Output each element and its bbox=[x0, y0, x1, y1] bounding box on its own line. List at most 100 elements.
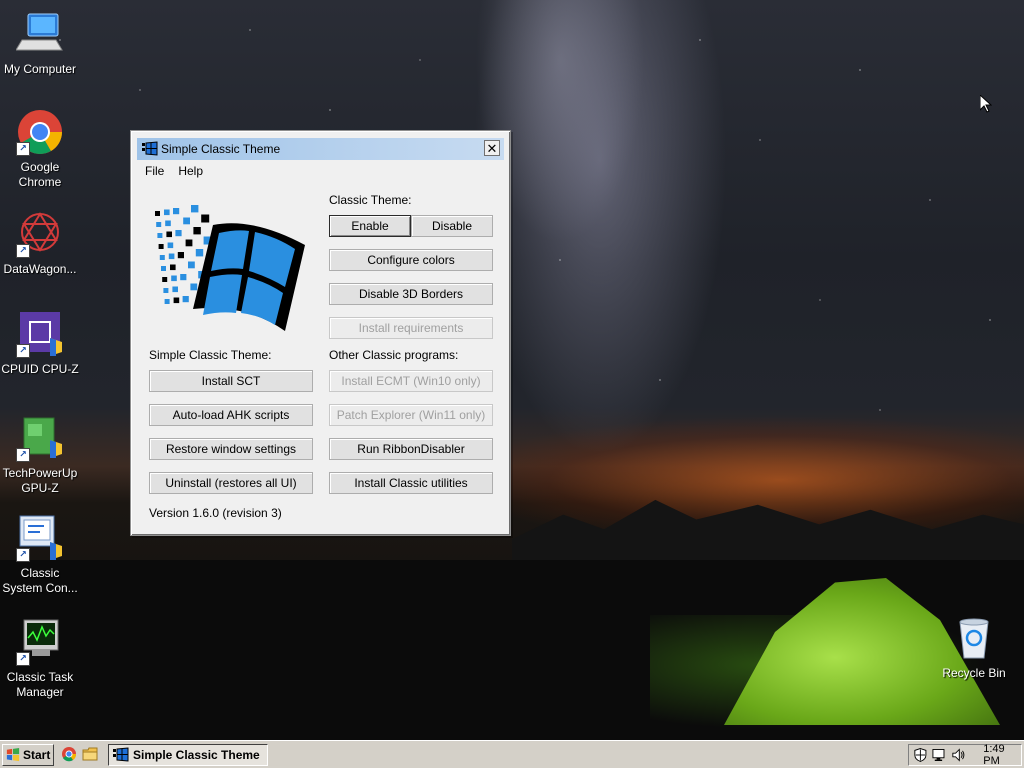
logo-square bbox=[172, 286, 178, 293]
network-icon[interactable] bbox=[932, 747, 947, 763]
desktop-icon-classic-task-manager[interactable]: ↗ Classic Task Manager bbox=[0, 618, 80, 700]
desktop-icon-cpuz[interactable]: ↗ CPUID CPU-Z bbox=[0, 310, 80, 377]
desktop-icon-google-chrome[interactable]: ↗ Google Chrome bbox=[0, 108, 80, 190]
logo-square bbox=[195, 249, 204, 257]
shortcut-arrow-icon: ↗ bbox=[16, 244, 30, 258]
uninstall-button[interactable]: Uninstall (restores all UI) bbox=[149, 472, 313, 494]
logo-square bbox=[157, 233, 163, 238]
restore-window-settings-button[interactable]: Restore window settings bbox=[149, 438, 313, 460]
logo-square bbox=[177, 252, 184, 259]
logo-square bbox=[163, 288, 169, 293]
other-programs-label: Other Classic programs: bbox=[329, 348, 459, 362]
shortcut-arrow-icon: ↗ bbox=[16, 652, 30, 666]
cpuz-icon: ↗ bbox=[16, 310, 64, 358]
menu-item-help[interactable]: Help bbox=[178, 164, 203, 182]
logo-square bbox=[188, 261, 195, 269]
enable-button[interactable]: Enable bbox=[329, 215, 411, 237]
logo-square bbox=[191, 205, 199, 213]
volume-icon[interactable] bbox=[951, 747, 966, 763]
desktop-icon-label: TechPowerUp GPU-Z bbox=[2, 466, 78, 495]
system-tray: 1:49 PM bbox=[908, 743, 1022, 767]
logo-square bbox=[183, 217, 190, 225]
logo-square bbox=[161, 266, 166, 271]
logo-square bbox=[201, 214, 210, 223]
mouse-cursor-icon bbox=[980, 95, 992, 113]
windows-flag-logo bbox=[155, 205, 305, 331]
close-icon: ✕ bbox=[486, 141, 498, 156]
run-ribbon-disabler-button[interactable]: Run RibbonDisabler bbox=[329, 438, 493, 460]
logo-square bbox=[167, 242, 174, 249]
shortcut-arrow-icon: ↗ bbox=[16, 448, 30, 462]
windows-logo-icon bbox=[6, 748, 20, 762]
desktop-icon-label: CPUID CPU-Z bbox=[1, 362, 79, 376]
logo-square bbox=[164, 209, 170, 216]
disable-button[interactable]: Disable bbox=[411, 215, 493, 237]
logo-square bbox=[180, 274, 187, 281]
logo-square bbox=[193, 227, 201, 235]
shortcut-arrow-icon: ↗ bbox=[16, 548, 30, 562]
taskbar: Start Simple Classic Theme 1:49 PM bbox=[0, 740, 1024, 768]
sct-label: Simple Classic Theme: bbox=[149, 348, 272, 362]
logo-square bbox=[156, 222, 162, 227]
chrome-icon: ↗ bbox=[16, 108, 64, 156]
desktop-icon-classic-system-control[interactable]: ↗ Classic System Con... bbox=[0, 514, 80, 596]
configure-colors-button[interactable]: Configure colors bbox=[329, 249, 493, 271]
desktop-icon-label: DataWagon... bbox=[3, 262, 77, 276]
logo-square bbox=[190, 283, 198, 291]
menu-item-file[interactable]: File bbox=[145, 164, 164, 182]
app-logo-icon bbox=[113, 747, 129, 762]
task-manager-icon: ↗ bbox=[16, 618, 64, 666]
logo-square bbox=[162, 277, 168, 282]
desktop-icon-label: Classic System Con... bbox=[2, 566, 78, 595]
app-logo-icon bbox=[142, 141, 158, 156]
shortcut-arrow-icon: ↗ bbox=[16, 142, 30, 156]
logo-square bbox=[155, 211, 160, 216]
logo-square bbox=[171, 275, 177, 282]
start-button[interactable]: Start bbox=[2, 744, 54, 766]
taskbar-item-label: Simple Classic Theme bbox=[133, 748, 260, 762]
recycle-bin-icon bbox=[950, 614, 998, 662]
desktop-icon-label: My Computer bbox=[3, 62, 77, 76]
window-titlebar[interactable]: Simple Classic Theme ✕ bbox=[137, 138, 504, 160]
desktop-icon-datawagon[interactable]: ↗ DataWagon... bbox=[0, 210, 80, 277]
logo-square bbox=[182, 296, 189, 303]
desktop-icon-my-computer[interactable]: My Computer bbox=[0, 10, 80, 77]
logo-square bbox=[166, 231, 172, 238]
logo-square bbox=[173, 297, 180, 304]
classic-theme-label: Classic Theme: bbox=[329, 193, 412, 207]
desktop-icon-label: Recycle Bin bbox=[942, 666, 1006, 680]
start-label: Start bbox=[23, 748, 51, 762]
logo-square bbox=[175, 230, 182, 237]
autoload-ahk-scripts-button[interactable]: Auto-load AHK scripts bbox=[149, 404, 313, 426]
taskbar-item-simple-classic-theme[interactable]: Simple Classic Theme bbox=[108, 744, 268, 766]
clock[interactable]: 1:49 PM bbox=[983, 743, 1021, 767]
datawagon-icon: ↗ bbox=[16, 210, 64, 258]
install-sct-button[interactable]: Install SCT bbox=[149, 370, 313, 392]
desktop-icon-label: Classic Task Manager bbox=[6, 670, 74, 699]
close-button[interactable]: ✕ bbox=[484, 140, 500, 156]
computer-icon bbox=[15, 10, 64, 58]
simple-classic-theme-window[interactable]: Simple Classic Theme ✕ File Help Classic… bbox=[130, 130, 511, 536]
logo-square bbox=[168, 253, 175, 260]
control-panel-icon: ↗ bbox=[16, 514, 64, 562]
quicklaunch-explorer-icon[interactable] bbox=[82, 746, 98, 762]
install-requirements-button[interactable]: Install requirements bbox=[329, 317, 493, 339]
install-ecmt-button[interactable]: Install ECMT (Win10 only) bbox=[329, 370, 493, 392]
logo-square bbox=[170, 264, 176, 271]
logo-square bbox=[165, 220, 171, 227]
desktop-icon-gpuz[interactable]: ↗ TechPowerUp GPU-Z bbox=[0, 414, 80, 496]
gpuz-icon: ↗ bbox=[16, 414, 64, 462]
disable-3d-borders-button[interactable]: Disable 3D Borders bbox=[329, 283, 493, 305]
security-shield-icon[interactable] bbox=[913, 747, 928, 763]
patch-explorer-button[interactable]: Patch Explorer (Win11 only) bbox=[329, 404, 493, 426]
desktop-icon-recycle-bin[interactable]: Recycle Bin bbox=[934, 614, 1014, 681]
install-classic-utilities-button[interactable]: Install Classic utilities bbox=[329, 472, 493, 494]
logo-square bbox=[173, 208, 180, 215]
logo-square bbox=[185, 239, 193, 247]
logo-square bbox=[158, 244, 164, 249]
window-title: Simple Classic Theme bbox=[161, 142, 281, 156]
desktop-icon-label: Google Chrome bbox=[18, 160, 62, 189]
quicklaunch-chrome-icon[interactable] bbox=[61, 746, 77, 762]
logo-square bbox=[164, 299, 170, 304]
logo-square bbox=[159, 255, 165, 260]
